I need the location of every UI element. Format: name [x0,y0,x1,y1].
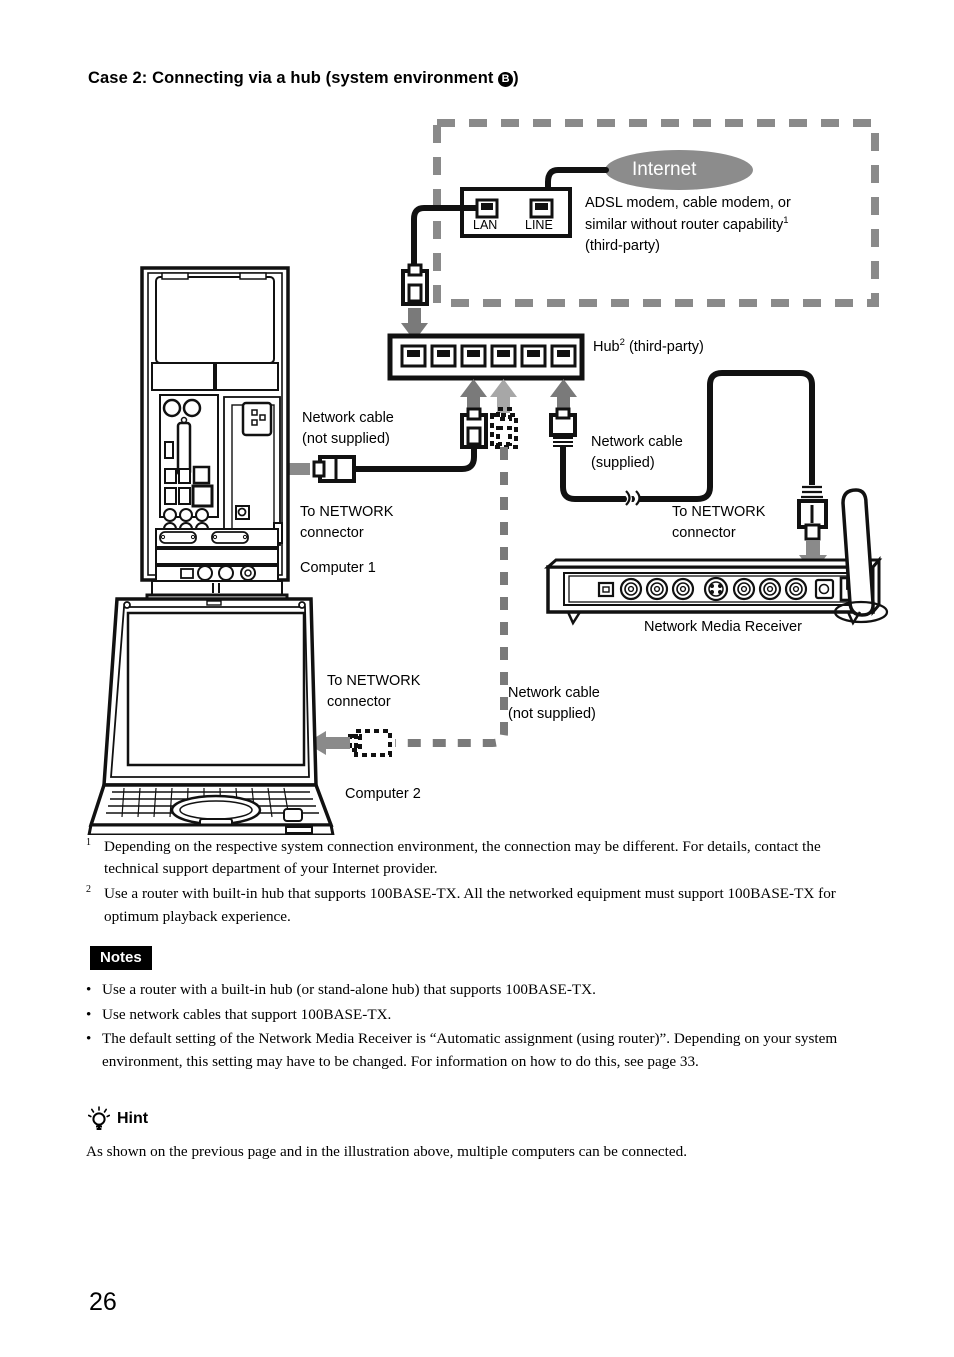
rj45-plug-computer1-tower [312,455,356,483]
footnote-text: Depending on the respective system conne… [104,838,821,878]
modem-desc-line3: (third-party) [585,237,660,254]
modem-desc-line1: ADSL modem, cable modem, or [585,195,791,211]
computer1-cable-line2: (not supplied) [302,431,390,448]
receiver-label: Network Media Receiver [644,619,802,635]
receiver-connector-label: To NETWORK connector [672,502,765,544]
footnote-text: Use a router with built-in hub that supp… [104,885,836,925]
modem-lan-label: LAN [473,218,498,232]
lightbulb-icon [88,1106,110,1130]
computer2-connector-line1: To NETWORK [327,673,421,689]
computer1-network-port [191,484,214,508]
rj45-plug-dashed-hub [490,407,518,449]
page-title: Case 2: Connecting via a hub (system env… [88,69,519,88]
rj45-plug-receiver-hub [549,407,577,447]
footnote-item: 2 Use a router with built-in hub that su… [86,883,876,927]
note-bullet: • [86,1030,92,1047]
internet-label: Internet [632,159,697,180]
computer2-cable-line1: Network cable [508,685,600,701]
page-number: 26 [89,1288,117,1316]
connection-diagram: Internet LAN LINE ADSL modem, cable mode… [0,105,954,835]
computer2-label: Computer 2 [345,786,421,802]
page-title-suffix: ) [513,69,519,87]
computer1-connector-label: To NETWORK connector [300,502,393,544]
modem-description: ADSL modem, cable modem, or similar with… [585,193,791,257]
computer1-label: Computer 1 [300,560,376,576]
note-item: • Use network cables that support 100BAS… [86,1004,876,1027]
computer1-network-cable [355,447,477,472]
computer2-cable-label: Network cable (not supplied) [508,683,600,725]
computer2-laptop [87,597,335,835]
footnote-marker: 1 [86,837,91,848]
hint-title: Hint [117,1110,149,1127]
note-bullet: • [86,1005,92,1023]
rj45-plug-dashed-laptop [348,729,392,757]
note-text: The default setting of the Network Media… [102,1030,838,1070]
modem-line-label: LINE [525,218,553,232]
receiver-optical-port [814,578,835,600]
footnote-item: 1 Depending on the respective system con… [86,836,876,880]
computer1-connector-line1: To NETWORK [300,504,394,520]
receiver-cable-line1: Network cable [591,434,683,450]
receiver-connector-line1: To NETWORK [672,504,766,520]
receiver-cable-label: Network cable (supplied) [591,432,683,474]
notes-badge: Notes [90,946,152,971]
modem-desc-footnote-ref: 1 [783,215,789,227]
environment-badge-b: B [498,72,514,87]
note-item: • Use a router with a built-in hub (or s… [86,979,876,1002]
receiver-cable-line2: (supplied) [591,455,655,472]
rj45-plug-modem-to-hub [401,263,429,306]
note-text: Use network cables that support 100BASE-… [102,1005,392,1023]
arrow-computer2-to-hub [490,379,517,413]
hint-body: As shown on the previous page and in the… [86,1143,688,1160]
receiver-svideo-port [703,576,729,602]
rj45-plug-receiver-end [797,485,828,541]
computer2-connector-label: To NETWORK connector [327,671,420,713]
diagram-artwork [87,119,889,835]
hub-footnote-ref: 2 [619,337,625,348]
note-bullet: • [86,981,92,998]
receiver-connector-line2: connector [672,525,736,542]
note-text: Use a router with a built-in hub (or sta… [102,981,596,998]
manual-page: Case 2: Connecting via a hub (system env… [0,0,954,1357]
computer1-cable-label: Network cable (not supplied) [302,408,394,450]
computer1-connector-line2: connector [300,525,364,542]
computer1-tower [140,266,290,607]
hub-label-tail: (third-party) [628,338,704,355]
footnote-marker: 2 [86,884,91,896]
notes-list: • Use a router with a built-in hub (or s… [86,979,876,1075]
computer2-connector-line2: connector [327,694,391,711]
modem-desc-line2: similar without router capability [585,216,784,233]
note-item: • The default setting of the Network Med… [86,1028,876,1073]
hint-header: Hint [88,1106,148,1132]
hub-label-text: Hub [593,338,620,355]
computer2-cable-line2: (not supplied) [508,706,596,723]
receiver-rca-jacks [619,577,695,601]
page-title-prefix: Case 2: Connecting via a hub (system env… [88,69,499,87]
computer1-cable-line1: Network cable [302,410,394,426]
rj45-plug-computer1-hub [460,407,488,449]
hub-label: Hub2 (third-party) [593,336,704,358]
footnotes: 1 Depending on the respective system con… [86,836,876,931]
